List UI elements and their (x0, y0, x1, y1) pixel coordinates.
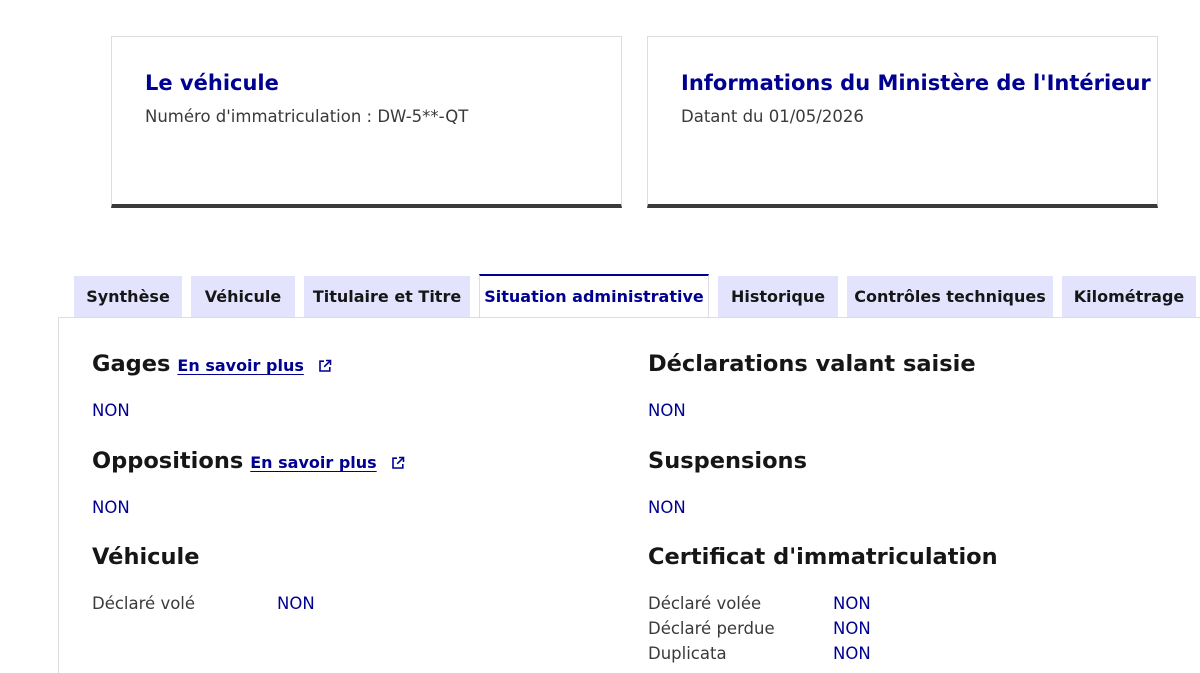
vehicle-card-title: Le véhicule (145, 71, 279, 95)
tab-bar: Synthèse Véhicule Titulaire et Titre Sit… (74, 274, 1196, 317)
suspensions-title: Suspensions (648, 448, 807, 474)
tab-historique[interactable]: Historique (718, 276, 838, 317)
oppositions-learn-more-label: En savoir plus (250, 453, 377, 472)
vehicule-title: Véhicule (92, 544, 200, 570)
declared-stolen-label: Déclaré volé (92, 594, 196, 613)
tab-controles-techniques[interactable]: Contrôles techniques (847, 276, 1053, 317)
gages-value: NON (92, 401, 130, 420)
registration-number: Numéro d'immatriculation : DW-5**-QT (145, 107, 469, 126)
oppositions-title: Oppositions (92, 448, 244, 474)
certificat-stolen-value: NON (833, 594, 871, 613)
certificat-section-title: Certificat d'immatriculation (648, 544, 998, 570)
certificat-lost-label: Déclaré perdue (648, 619, 775, 638)
tab-panel-situation-administrative: Gages En savoir plus NON Oppositions En … (58, 317, 1200, 673)
gages-section-title: Gages En savoir plus (92, 351, 332, 377)
certificat-stolen-label: Déclaré volée (648, 594, 762, 613)
tab-kilometrage[interactable]: Kilométrage (1062, 276, 1196, 317)
certificat-title: Certificat d'immatriculation (648, 544, 998, 570)
tab-vehicule[interactable]: Véhicule (191, 276, 295, 317)
external-link-icon (319, 359, 332, 372)
declared-stolen-value: NON (277, 594, 315, 613)
suspensions-value: NON (648, 498, 686, 517)
ministry-card: Informations du Ministère de l'Intérieur… (647, 36, 1158, 208)
tab-situation-administrative[interactable]: Situation administrative (479, 274, 709, 317)
external-link-icon (391, 456, 404, 469)
oppositions-value: NON (92, 498, 130, 517)
saisie-value: NON (648, 401, 686, 420)
certificat-duplicate-value: NON (833, 644, 871, 663)
saisie-section-title: Déclarations valant saisie (648, 351, 976, 377)
gages-title: Gages (92, 351, 171, 377)
page: Le véhicule Numéro d'immatriculation : D… (0, 0, 1200, 673)
data-date: Datant du 01/05/2026 (681, 107, 864, 126)
tab-titulaire-et-titre[interactable]: Titulaire et Titre (304, 276, 470, 317)
gages-learn-more-link[interactable]: En savoir plus (177, 356, 332, 375)
oppositions-section-title: Oppositions En savoir plus (92, 448, 405, 474)
suspensions-section-title: Suspensions (648, 448, 807, 474)
certificat-lost-value: NON (833, 619, 871, 638)
vehicule-section-title: Véhicule (92, 544, 200, 570)
vehicle-card: Le véhicule Numéro d'immatriculation : D… (111, 36, 622, 208)
ministry-card-title: Informations du Ministère de l'Intérieur (681, 71, 1151, 95)
gages-learn-more-label: En savoir plus (177, 356, 304, 375)
tab-synthese[interactable]: Synthèse (74, 276, 182, 317)
certificat-duplicate-label: Duplicata (648, 644, 727, 663)
saisie-title: Déclarations valant saisie (648, 351, 976, 377)
oppositions-learn-more-link[interactable]: En savoir plus (250, 453, 404, 472)
